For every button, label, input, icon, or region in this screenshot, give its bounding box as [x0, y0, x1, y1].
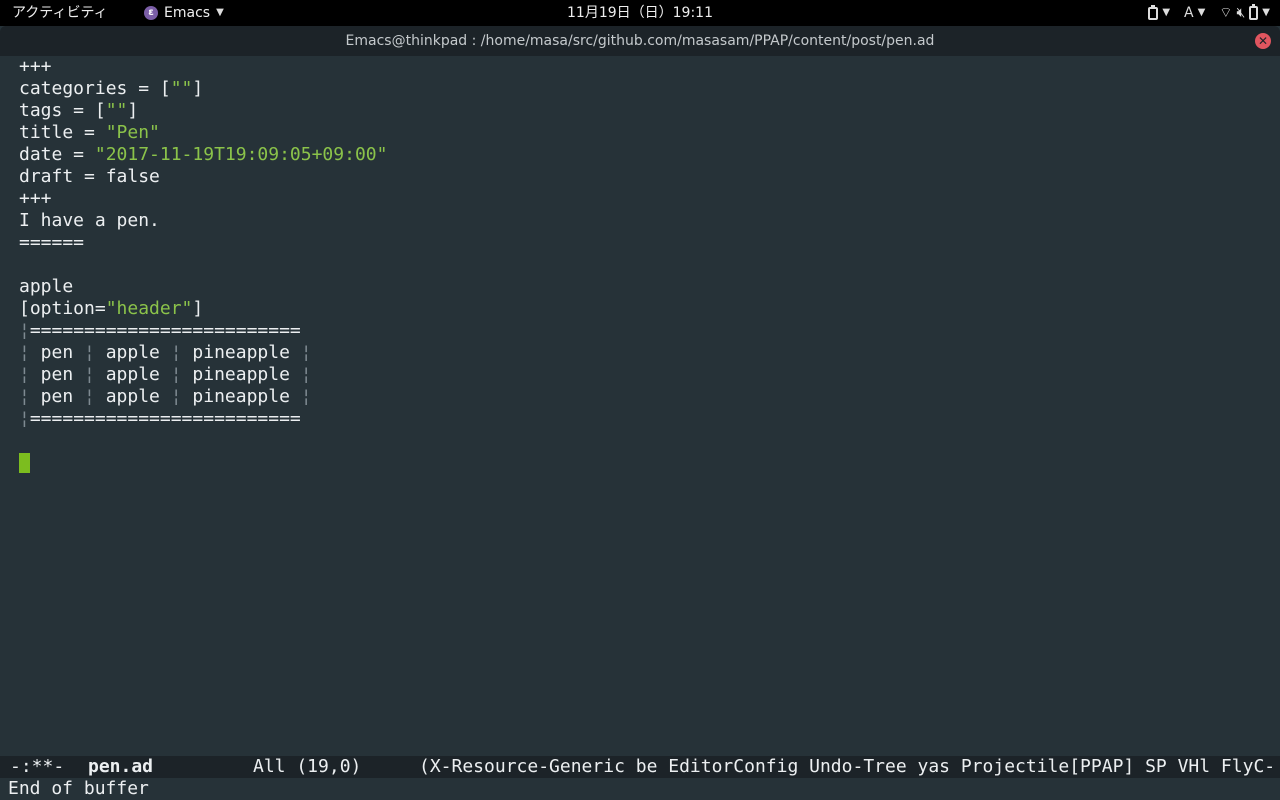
text-token: pen — [29, 386, 85, 407]
clock[interactable]: 11月19日（日）19:11 — [0, 0, 1280, 26]
buffer-line[interactable]: date = "2017-11-19T19:09:05+09:00" — [19, 144, 387, 166]
string-token: "" — [170, 78, 193, 99]
text-token: +++ — [19, 188, 52, 209]
text-token: pineapple — [181, 364, 301, 385]
clipboard-icon — [1148, 4, 1159, 20]
text-token: date = — [19, 144, 95, 165]
text-token: title = — [19, 122, 106, 143]
text-token: ¦ — [19, 320, 30, 341]
buffer-line[interactable]: ¦ pen ¦ apple ¦ pineapple ¦ — [19, 364, 387, 386]
close-icon: ✕ — [1257, 34, 1269, 48]
system-tray[interactable]: ▼ A ▼ ⌔ 🔇︎ ▼ — [1148, 0, 1270, 26]
buffer-line[interactable]: [option="header"] — [19, 298, 387, 320]
buffer-line[interactable]: I have a pen. — [19, 210, 387, 232]
text-token: ========================= — [29, 320, 301, 341]
text-token: I have a pen. — [19, 210, 160, 231]
buffer-line[interactable]: ¦========================= — [19, 408, 387, 430]
input-method-label: A — [1184, 5, 1194, 21]
text-token: ] — [192, 78, 204, 99]
input-method-menu[interactable]: A ▼ — [1184, 0, 1205, 26]
buffer-line[interactable]: draft = false — [19, 166, 387, 188]
mode-line-modes[interactable]: (X-Resource-Generic be EditorConfig Undo… — [419, 756, 1275, 778]
text-token: [option= — [19, 298, 106, 319]
buffer-text[interactable]: +++ categories = [""] tags = [""] title = "… — [19, 56, 387, 474]
buffer-line[interactable] — [19, 254, 387, 276]
buffer-line[interactable]: ====== — [19, 232, 387, 254]
text-token: ] — [127, 100, 139, 121]
buffer-line[interactable]: ¦ pen ¦ apple ¦ pineapple ¦ — [19, 386, 387, 408]
text-token: pineapple — [181, 342, 301, 363]
speaker-muted-icon: 🔇︎ — [1236, 5, 1246, 21]
chevron-down-icon: ▼ — [1262, 7, 1270, 18]
text-token: ¦ — [84, 386, 95, 407]
buffer-line[interactable]: categories = [""] — [19, 78, 387, 100]
string-token: "Pen" — [105, 122, 160, 143]
text-token: ¦ — [170, 342, 182, 363]
text-token: ¦ — [19, 386, 30, 407]
buffer-line[interactable] — [19, 452, 387, 474]
echo-area: End of buffer — [0, 778, 1280, 800]
text-token: apple — [94, 364, 171, 385]
mode-line-position: All (19,0) — [253, 756, 362, 777]
buffer-line[interactable]: +++ — [19, 188, 387, 210]
buffer-line[interactable] — [19, 430, 387, 452]
text-token: ¦ — [300, 342, 312, 363]
chevron-down-icon: ▼ — [1197, 7, 1206, 18]
string-token: "header" — [105, 298, 193, 319]
wifi-icon: ⌔ — [1219, 5, 1233, 21]
text-token: pen — [29, 364, 85, 385]
string-token: "" — [105, 100, 128, 121]
text-token: ¦ — [170, 386, 182, 407]
text-token: pineapple — [181, 386, 301, 407]
text-token: ¦ — [19, 342, 30, 363]
battery-icon — [1249, 4, 1259, 20]
buffer-line[interactable]: ¦ pen ¦ apple ¦ pineapple ¦ — [19, 342, 387, 364]
mode-line-flags: -:**- — [10, 756, 65, 777]
close-window-button[interactable]: ✕ — [1255, 33, 1271, 49]
status-menu[interactable]: ⌔ 🔇︎ ▼ — [1219, 0, 1270, 26]
text-token: ¦ — [19, 408, 30, 429]
text-token: apple — [94, 386, 171, 407]
text-token: ¦ — [300, 386, 312, 407]
text-token: +++ — [19, 56, 52, 77]
text-token: ========================= — [29, 408, 301, 429]
buffer-line[interactable]: tags = [""] — [19, 100, 387, 122]
text-cursor — [19, 453, 30, 473]
mode-line-buffer-name[interactable]: pen.ad — [88, 756, 153, 778]
buffer-line[interactable]: title = "Pen" — [19, 122, 387, 144]
text-token: ] — [192, 298, 204, 319]
chevron-down-icon: ▼ — [1162, 7, 1171, 18]
buffer-line[interactable]: +++ — [19, 56, 387, 78]
mode-line[interactable]: -:**- pen.ad All (19,0) (X-Resource-Gene… — [0, 756, 1280, 778]
text-token: apple — [19, 276, 74, 297]
buffer-line[interactable]: apple — [19, 276, 387, 298]
string-token: "2017-11-19T19:09:05+09:00" — [94, 144, 388, 165]
editor-area[interactable]: +++ categories = [""] tags = [""] title = "… — [0, 56, 1280, 756]
text-token: ¦ — [84, 364, 95, 385]
text-token: ====== — [19, 232, 85, 253]
text-token: draft = false — [19, 166, 160, 187]
window-title: Emacs@thinkpad : /home/masa/src/github.c… — [345, 33, 935, 49]
text-token: ¦ — [300, 364, 312, 385]
text-token: ¦ — [19, 364, 30, 385]
window-titlebar[interactable]: Emacs@thinkpad : /home/masa/src/github.c… — [0, 26, 1280, 56]
text-token: ¦ — [170, 364, 182, 385]
top-bar: アクティビティ ε Emacs ▼ 11月19日（日）19:11 ▼ A ▼ ⌔… — [0, 0, 1280, 26]
text-token: tags = [ — [19, 100, 106, 121]
text-token: categories = [ — [19, 78, 171, 99]
text-token: ¦ — [84, 342, 95, 363]
clipboard-menu[interactable]: ▼ — [1148, 0, 1170, 26]
buffer-line[interactable]: ¦========================= — [19, 320, 387, 342]
text-token: pen — [29, 342, 85, 363]
text-token: apple — [94, 342, 171, 363]
